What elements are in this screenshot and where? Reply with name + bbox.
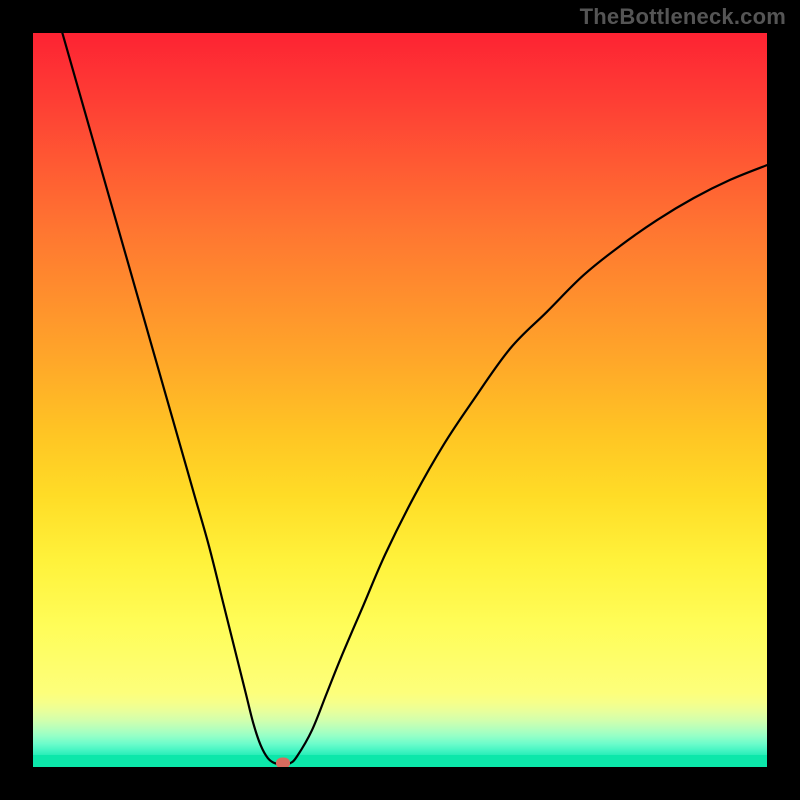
min-marker	[276, 758, 290, 767]
watermark-label: TheBottleneck.com	[580, 4, 786, 30]
chart-frame: TheBottleneck.com	[0, 0, 800, 800]
gradient-top	[33, 33, 767, 693]
plot-area	[33, 33, 767, 767]
gradient-bottom	[33, 755, 767, 767]
gradient-background	[33, 33, 767, 767]
gradient-band	[33, 693, 767, 755]
